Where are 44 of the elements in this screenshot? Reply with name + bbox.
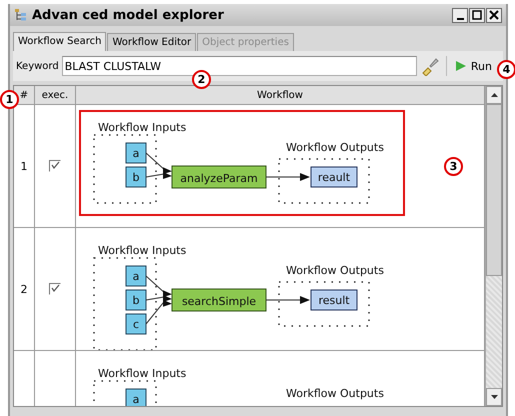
output-node: result: [310, 290, 358, 310]
run-button[interactable]: Run: [452, 60, 500, 72]
input-node: a: [126, 388, 146, 406]
minimize-button[interactable]: [452, 8, 468, 22]
process-node: analyzeParam: [172, 166, 266, 188]
outputs-title: Workflow Outputs: [286, 141, 384, 154]
column-header: exec.: [35, 86, 76, 104]
edge-arrow: [266, 173, 310, 181]
maximize-button[interactable]: [469, 8, 485, 22]
inputs-title: Workflow Inputs: [98, 367, 186, 380]
scroll-down-icon: [490, 395, 498, 399]
tree-icon: [14, 8, 28, 22]
close-icon: [489, 10, 499, 20]
input-node: a: [126, 142, 146, 164]
scrollbar[interactable]: [485, 86, 502, 406]
outputs-title: Workflow Outputs: [286, 387, 384, 400]
checkbox[interactable]: [49, 283, 61, 295]
row-number: 1: [20, 160, 28, 172]
row-number: 2: [20, 282, 28, 296]
callout-marker: 1: [0, 90, 19, 109]
process-node: searchSimple: [172, 288, 266, 312]
keyword-label: Keyword: [16, 60, 59, 72]
inputs-group: [93, 134, 157, 204]
input-node: b: [126, 290, 146, 310]
keyword-field[interactable]: BLAST CLUSTALW: [62, 56, 417, 76]
close-button[interactable]: [486, 8, 502, 22]
tab[interactable]: Workflow Editor: [107, 33, 196, 51]
outputs-title: Workflow Outputs: [286, 264, 384, 277]
play-icon: [454, 60, 467, 72]
brush-icon[interactable]: [420, 56, 440, 76]
input-node: a: [126, 266, 146, 286]
output-node: reault: [310, 166, 358, 188]
scroll-up-icon: [490, 93, 498, 97]
tab[interactable]: Workflow Search: [13, 32, 106, 51]
input-node: b: [126, 166, 146, 188]
minimize-icon: [456, 18, 464, 20]
maximize-icon: [472, 10, 482, 20]
checkbox[interactable]: [49, 160, 61, 172]
window-title: Advan ced model explorer: [32, 8, 225, 22]
inputs-title: Workflow Inputs: [98, 244, 186, 257]
inputs-group: [93, 380, 157, 406]
inputs-title: Workflow Inputs: [98, 121, 186, 134]
edge-arrow: [266, 296, 310, 304]
input-node: c: [126, 314, 146, 334]
